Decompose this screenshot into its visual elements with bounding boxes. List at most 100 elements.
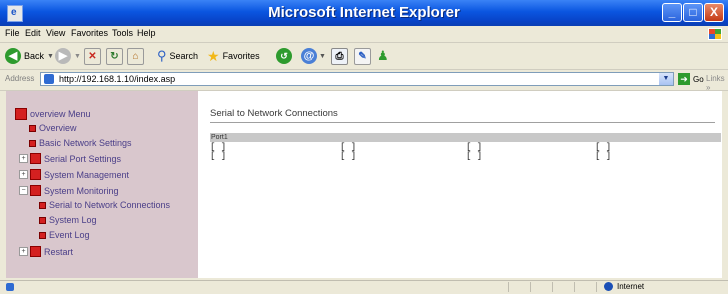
sidebar-item-label: System Management xyxy=(44,169,130,180)
favorites-button[interactable]: ★ Favorites xyxy=(207,47,260,65)
links-label: Links xyxy=(706,74,725,83)
stop-icon: ✕ xyxy=(84,47,101,65)
address-bar: Address http://192.168.1.10/index.asp ▼ … xyxy=(0,70,728,92)
expand-icon[interactable]: + xyxy=(19,170,28,179)
go-button[interactable]: ➜ Go xyxy=(678,73,704,85)
menu-edit[interactable]: Edit xyxy=(25,28,41,38)
page-bullet-icon xyxy=(29,124,36,132)
sidebar-item-serial-port-settings[interactable]: + Serial Port Settings xyxy=(19,153,121,164)
favorites-star-icon: ★ xyxy=(207,47,220,64)
menu-folder-icon xyxy=(15,108,27,120)
title-divider xyxy=(210,122,715,123)
address-input[interactable]: http://192.168.1.10/index.asp ▼ xyxy=(40,72,674,86)
history-icon: ↺ xyxy=(276,48,292,64)
status-divider xyxy=(574,282,575,292)
menu-tools[interactable]: Tools xyxy=(112,28,133,38)
page-bullet-icon xyxy=(29,139,36,147)
sidebar-item-event-log[interactable]: Event Log xyxy=(39,230,90,240)
edit-icon: ✎ xyxy=(354,47,371,65)
folder-icon xyxy=(30,246,41,257)
collapse-icon[interactable]: − xyxy=(19,186,28,195)
title-bar[interactable]: e Microsoft Internet Explorer _ □ X xyxy=(0,0,728,26)
window-title: Microsoft Internet Explorer xyxy=(268,4,460,21)
connection-cell: [ ] xyxy=(210,151,227,161)
expand-icon[interactable]: + xyxy=(19,154,28,163)
back-arrow-icon: ◀ xyxy=(5,48,21,64)
status-divider xyxy=(508,282,509,292)
maximize-button[interactable]: □ xyxy=(683,3,703,22)
status-divider xyxy=(530,282,531,292)
sidebar-item-label: System Log xyxy=(49,215,97,225)
windows-logo-icon xyxy=(708,28,722,40)
go-label: Go xyxy=(693,74,704,84)
go-arrow-icon: ➜ xyxy=(678,73,690,85)
sidebar-item-restart[interactable]: + Restart xyxy=(19,246,73,257)
history-button[interactable]: ↺ xyxy=(276,47,292,65)
search-button[interactable]: ⚲ Search xyxy=(157,47,198,65)
security-zone[interactable]: Internet xyxy=(604,282,644,291)
page-bullet-icon xyxy=(39,201,46,209)
sidebar-menu: overview Menu Overview Basic Network Set… xyxy=(6,91,198,278)
refresh-button[interactable]: ↻ xyxy=(106,47,123,65)
sidebar-item-system-management[interactable]: + System Management xyxy=(19,169,129,180)
sidebar-item-label: Event Log xyxy=(49,230,90,240)
print-button[interactable]: ⎙ xyxy=(331,47,348,65)
forward-button[interactable]: ▶ ▼ xyxy=(55,47,81,65)
folder-icon xyxy=(30,153,41,164)
sidebar-item-serial-to-network-connections[interactable]: Serial to Network Connections xyxy=(39,200,170,210)
search-label: Search xyxy=(169,51,199,61)
forward-dropdown-icon[interactable]: ▼ xyxy=(74,53,81,60)
sidebar-item-label: Restart xyxy=(44,246,74,257)
address-url: http://192.168.1.10/index.asp xyxy=(59,74,176,84)
forward-arrow-icon: ▶ xyxy=(55,48,71,64)
status-bar: Internet xyxy=(0,280,728,294)
mail-dropdown-icon[interactable]: ▼ xyxy=(319,53,326,60)
mail-button[interactable]: @ ▼ xyxy=(301,47,326,65)
status-divider xyxy=(596,282,597,292)
expand-icon[interactable]: + xyxy=(19,247,28,256)
connection-cell: [ ] xyxy=(595,151,612,161)
messenger-button[interactable]: ♟ xyxy=(377,47,389,65)
links-button[interactable]: Links » xyxy=(706,74,728,92)
page-title: Serial to Network Connections xyxy=(210,108,338,119)
folder-icon xyxy=(30,185,41,196)
menu-file[interactable]: File xyxy=(5,28,20,38)
sidebar-item-label: Basic Network Settings xyxy=(39,138,132,148)
sidebar-item-system-monitoring[interactable]: − System Monitoring xyxy=(19,185,119,196)
back-button[interactable]: ◀ Back ▼ xyxy=(5,47,54,65)
home-icon: ⌂ xyxy=(127,47,144,65)
zone-label: Internet xyxy=(617,282,645,291)
favorites-label: Favorites xyxy=(222,51,260,61)
stop-button[interactable]: ✕ xyxy=(84,47,101,65)
minimize-button[interactable]: _ xyxy=(662,3,682,22)
main-panel: Serial to Network Connections Port1 [ ] … xyxy=(210,91,722,278)
menu-view[interactable]: View xyxy=(46,28,65,38)
mail-icon: @ xyxy=(301,48,317,64)
folder-icon xyxy=(30,169,41,180)
close-button[interactable]: X xyxy=(704,3,724,22)
menu-favorites[interactable]: Favorites xyxy=(71,28,108,38)
sidebar-item-overview-menu[interactable]: overview Menu xyxy=(15,108,91,120)
connection-cell: [ ] xyxy=(340,151,357,161)
search-icon: ⚲ xyxy=(157,48,167,63)
edit-button[interactable]: ✎ xyxy=(354,47,371,65)
sidebar-item-basic-network-settings[interactable]: Basic Network Settings xyxy=(29,138,132,148)
back-dropdown-icon[interactable]: ▼ xyxy=(47,53,54,60)
refresh-icon: ↻ xyxy=(106,47,123,65)
address-label: Address xyxy=(5,74,35,83)
home-button[interactable]: ⌂ xyxy=(127,47,144,65)
back-label: Back xyxy=(24,51,45,61)
sidebar-item-overview[interactable]: Overview xyxy=(29,123,77,133)
address-dropdown-icon[interactable]: ▼ xyxy=(659,73,673,85)
browser-window: e Microsoft Internet Explorer _ □ X File… xyxy=(0,0,728,293)
menu-help[interactable]: Help xyxy=(137,28,156,38)
page-bullet-icon xyxy=(39,216,46,224)
page-status-icon xyxy=(6,283,14,291)
page-content: overview Menu Overview Basic Network Set… xyxy=(6,91,722,278)
messenger-icon: ♟ xyxy=(377,48,389,63)
sidebar-item-system-log[interactable]: System Log xyxy=(39,215,97,225)
port-header: Port1 xyxy=(210,133,721,142)
internet-globe-icon xyxy=(604,282,613,291)
page-bullet-icon xyxy=(39,231,46,239)
print-icon: ⎙ xyxy=(331,47,348,65)
